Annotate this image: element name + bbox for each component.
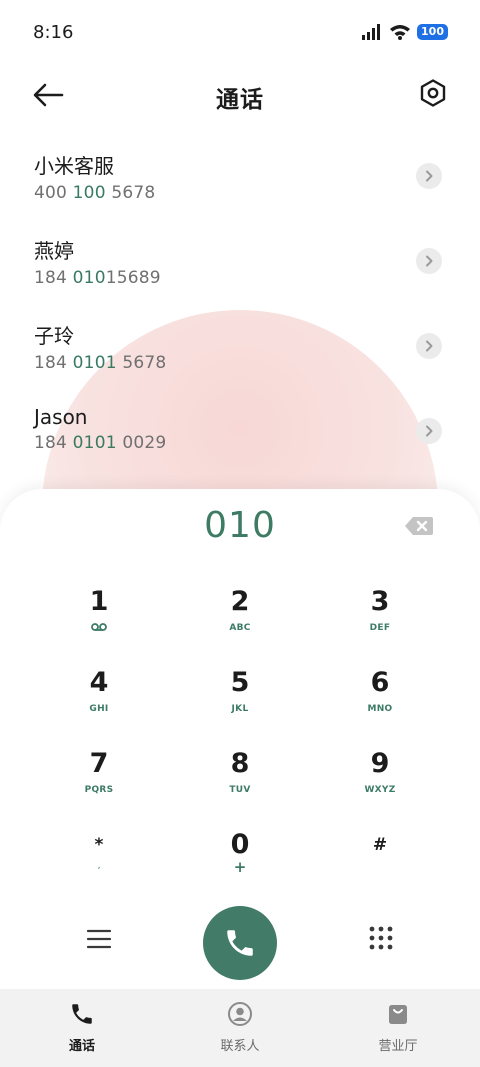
number-part: 184 xyxy=(34,353,73,373)
key-0[interactable]: 0 + xyxy=(180,830,300,900)
key-letters: JKL xyxy=(231,704,249,714)
bottom-navigation: 通话 联系人 营业厅 xyxy=(0,989,480,1067)
key-4[interactable]: 4 GHI xyxy=(39,668,159,738)
key-letters: , xyxy=(97,861,101,871)
key-digit: # xyxy=(372,835,388,855)
menu-icon[interactable] xyxy=(85,927,113,951)
header: 通话 xyxy=(0,66,480,124)
number-match-highlight: 100 xyxy=(72,183,106,203)
voicemail-icon xyxy=(91,623,107,631)
contact-name: 小米客服 xyxy=(34,154,114,178)
number-part: 5678 xyxy=(105,183,156,203)
key-digit: * xyxy=(94,835,104,855)
page-title: 通话 xyxy=(216,87,264,113)
signal-icon xyxy=(362,24,381,40)
key-letters: GHI xyxy=(89,704,109,714)
chevron-right-icon xyxy=(426,425,433,437)
key-letters: ABC xyxy=(229,623,251,633)
contact-item[interactable]: Jason 184 0101 0029 xyxy=(0,385,480,470)
phone-icon xyxy=(72,1004,92,1024)
key-letters: TUV xyxy=(229,785,251,795)
key-3[interactable]: 3 DEF xyxy=(320,587,440,657)
key-9[interactable]: 9 WXYZ xyxy=(320,749,440,819)
key-digit: 6 xyxy=(370,667,390,698)
key-letters: MNO xyxy=(367,704,393,714)
key-digit: 1 xyxy=(89,586,109,617)
dialpad-panel: 010 1 2 ABC 3 DEF 4 GHI 5 JKL 6 MNO 7 PQ… xyxy=(0,489,480,989)
number-part: 15689 xyxy=(105,268,161,288)
contacts-icon xyxy=(228,1002,252,1026)
key-star[interactable]: * , xyxy=(39,827,159,897)
number-part: 5678 xyxy=(116,353,167,373)
number-part: 184 xyxy=(34,433,73,453)
contact-detail-button[interactable] xyxy=(416,163,442,189)
status-time: 8:16 xyxy=(33,22,74,43)
contact-number: 184 01015689 xyxy=(34,268,480,288)
number-match-highlight: 010 xyxy=(72,268,106,288)
key-letters: WXYZ xyxy=(364,785,396,795)
key-digit: 3 xyxy=(370,586,390,617)
contact-name: Jason xyxy=(34,405,88,429)
key-1[interactable]: 1 xyxy=(39,587,159,657)
key-8[interactable]: 8 TUV xyxy=(180,749,300,819)
contact-detail-button[interactable] xyxy=(416,418,442,444)
contact-number: 400 100 5678 xyxy=(34,183,480,203)
contact-item[interactable]: 小米客服 400 100 5678 xyxy=(0,130,480,215)
number-part: 400 xyxy=(34,183,73,203)
key-letters: + xyxy=(233,858,247,876)
nav-tab-store[interactable]: 营业厅 xyxy=(338,1001,458,1054)
key-2[interactable]: 2 ABC xyxy=(180,587,300,657)
key-hash[interactable]: # xyxy=(320,827,440,897)
key-6[interactable]: 6 MNO xyxy=(320,668,440,738)
chevron-right-icon xyxy=(426,340,433,352)
contact-number: 184 0101 5678 xyxy=(34,353,480,373)
number-match-highlight: 0101 xyxy=(72,353,117,373)
backspace-icon[interactable] xyxy=(404,516,434,536)
contact-suggestion-list: 小米客服 400 100 5678 燕婷 184 01015689 子玲 184… xyxy=(0,130,480,470)
battery-indicator: 100 xyxy=(417,24,448,40)
key-digit: 5 xyxy=(230,667,250,698)
contact-name: 子玲 xyxy=(34,324,74,348)
nav-tab-contacts[interactable]: 联系人 xyxy=(180,1001,300,1054)
key-letters: PQRS xyxy=(84,785,114,795)
contact-name: 燕婷 xyxy=(34,239,74,263)
contact-item[interactable]: 子玲 184 0101 5678 xyxy=(0,300,480,385)
key-digit: 4 xyxy=(89,667,109,698)
key-digit: 9 xyxy=(370,748,390,779)
chevron-right-icon xyxy=(426,255,433,267)
nav-label: 营业厅 xyxy=(378,1039,418,1054)
phone-icon xyxy=(227,930,253,956)
number-match-highlight: 0101 xyxy=(72,433,117,453)
key-digit: 7 xyxy=(89,748,109,779)
nav-label: 联系人 xyxy=(220,1039,260,1054)
contact-number: 184 0101 0029 xyxy=(34,433,480,453)
key-7[interactable]: 7 PQRS xyxy=(39,749,159,819)
settings-icon[interactable] xyxy=(418,78,448,108)
number-part: 184 xyxy=(34,268,73,288)
nav-tab-calls[interactable]: 通话 xyxy=(22,1001,142,1054)
store-bag-icon xyxy=(389,1005,407,1024)
key-5[interactable]: 5 JKL xyxy=(180,668,300,738)
wifi-icon xyxy=(390,25,411,40)
status-icons: 100 xyxy=(361,24,448,40)
key-digit: 8 xyxy=(230,748,250,779)
chevron-right-icon xyxy=(426,170,433,182)
number-part: 0029 xyxy=(116,433,167,453)
contact-detail-button[interactable] xyxy=(416,333,442,359)
key-digit: 2 xyxy=(230,586,250,617)
status-bar: 8:16 100 xyxy=(0,0,480,66)
call-button[interactable] xyxy=(203,906,277,980)
key-digit: 0 xyxy=(230,829,250,860)
keypad-toggle-icon[interactable] xyxy=(368,925,394,951)
contact-item[interactable]: 燕婷 184 01015689 xyxy=(0,215,480,300)
key-letters: DEF xyxy=(369,623,391,633)
contact-detail-button[interactable] xyxy=(416,248,442,274)
nav-label: 通话 xyxy=(68,1039,95,1054)
